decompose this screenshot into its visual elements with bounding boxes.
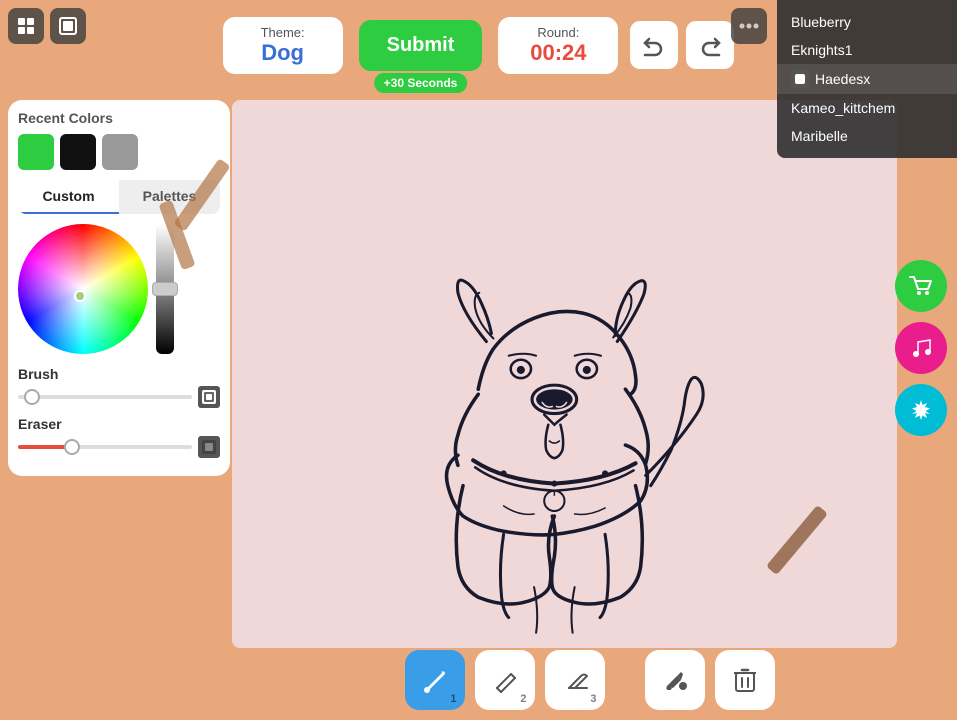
top-left-icons [8,8,86,44]
canvas-area[interactable] [232,100,897,648]
brush-tool-button[interactable]: 1 [405,650,465,710]
color-picker-area [18,224,220,354]
eraser-size-icon [198,436,220,458]
redo-button[interactable] [686,21,734,69]
eraser-slider-row [18,436,220,458]
right-buttons [895,260,947,436]
player-name-eknights1: Eknights1 [791,42,852,58]
trash-button[interactable] [715,650,775,710]
submit-button[interactable]: Submit +30 Seconds [359,20,483,71]
theme-box: Theme: Dog [223,17,343,74]
color-swatch-gray[interactable] [102,134,138,170]
top-left-icon-2[interactable] [50,8,86,44]
plus-seconds-badge: +30 Seconds [374,73,468,93]
shop-button[interactable] [895,260,947,312]
player-item-haedesx: Haedesx [777,64,957,94]
eraser-label: Eraser [18,416,220,432]
brush-label: Brush [18,366,220,382]
theme-label: Theme: [243,25,323,40]
tab-custom[interactable]: Custom [18,180,119,214]
eraser-size-slider[interactable] [18,445,192,449]
eraser-tool-button[interactable]: 3 [545,650,605,710]
bottom-toolbar: 1 2 3 [405,650,775,710]
color-swatches [18,134,220,170]
tab-palettes[interactable]: Palettes [119,180,220,214]
round-value: 00:24 [518,40,598,66]
pencil-tool-button[interactable]: 2 [475,650,535,710]
player-name-haedesx: Haedesx [815,71,870,87]
recent-colors-label: Recent Colors [18,110,220,126]
player-name-maribelle: Maribelle [791,128,848,144]
player-name-blueberry: Blueberry [791,14,851,30]
undo-redo-group [630,21,734,69]
music-button[interactable] [895,322,947,374]
top-left-icon-1[interactable] [8,8,44,44]
player-list: Blueberry Eknights1 Haedesx Kameo_kittch… [777,0,957,158]
eraser-tool-num: 3 [590,693,596,705]
left-panel: Recent Colors Custom Palettes Brush [8,100,230,476]
brush-size-icon [198,386,220,408]
fill-tool-button[interactable] [645,650,705,710]
brightness-slider[interactable] [156,224,174,354]
color-wheel[interactable] [18,224,148,354]
round-box: Round: 00:24 [498,17,618,74]
player-item-blueberry: Blueberry [777,8,957,36]
eraser-section: Eraser [18,416,220,458]
tabs: Custom Palettes [18,180,220,214]
wheel-cursor [74,290,86,302]
brush-size-slider[interactable] [18,395,192,399]
player-name-kameo: Kameo_kittchem [791,100,895,116]
player-item-eknights1: Eknights1 [777,36,957,64]
color-swatch-black[interactable] [60,134,96,170]
player-item-kameo: Kameo_kittchem [777,94,957,122]
brush-tool-num: 1 [450,693,456,705]
player-item-maribelle: Maribelle [777,122,957,150]
brightness-handle [152,282,178,296]
theme-value: Dog [243,40,323,66]
undo-button[interactable] [630,21,678,69]
round-label: Round: [518,25,598,40]
top-right-menu-icon[interactable] [731,8,767,44]
pencil-tool-num: 2 [520,693,526,705]
settings-button[interactable] [895,384,947,436]
player-icon-haedesx [791,70,809,88]
color-swatch-green[interactable] [18,134,54,170]
brush-slider-row [18,386,220,408]
brush-section: Brush [18,366,220,408]
